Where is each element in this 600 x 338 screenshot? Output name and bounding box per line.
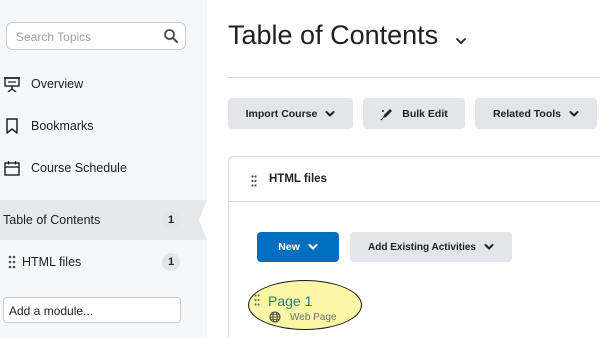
bookmark-icon	[6, 118, 18, 134]
page-title: Table of Contents	[228, 20, 439, 50]
chevron-down-icon	[325, 110, 335, 117]
add-existing-activities-button[interactable]: Add Existing Activities	[350, 232, 512, 262]
chevron-down-icon	[308, 244, 318, 250]
module-title[interactable]: HTML files	[269, 173, 327, 185]
sidebar-item-overview[interactable]: Overview	[0, 64, 207, 104]
pencil-icon	[380, 108, 393, 120]
sidebar: Search Topics Overview Bookmarks Course …	[0, 0, 207, 338]
module-header: HTML files	[228, 156, 600, 202]
new-button[interactable]: New	[257, 232, 339, 262]
globe-icon	[269, 311, 281, 323]
drag-handle-icon[interactable]	[251, 175, 257, 187]
import-course-button[interactable]: Import Course	[228, 98, 353, 129]
import-course-label: Import Course	[245, 107, 318, 120]
chevron-down-icon[interactable]	[455, 36, 467, 46]
sidebar-item-course-schedule[interactable]: Course Schedule	[0, 148, 207, 188]
related-tools-button[interactable]: Related Tools	[475, 98, 597, 129]
search-icon[interactable]	[163, 28, 179, 44]
sidebar-item-label: HTML files	[22, 255, 82, 269]
bulk-edit-label: Bulk Edit	[402, 107, 448, 120]
sidebar-item-label: Table of Contents	[3, 213, 101, 227]
add-module-input[interactable]: Add a module...	[3, 297, 181, 323]
drag-handle-icon[interactable]	[254, 294, 260, 306]
presentation-icon	[4, 77, 20, 92]
sidebar-item-table-of-contents[interactable]: Table of Contents 1	[0, 200, 207, 240]
sidebar-item-html-files[interactable]: HTML files 1	[0, 242, 207, 282]
chevron-down-icon	[484, 244, 494, 250]
add-existing-label: Add Existing Activities	[368, 241, 476, 253]
count-badge: 1	[162, 253, 180, 271]
sidebar-item-label: Course Schedule	[31, 161, 127, 175]
related-tools-label: Related Tools	[492, 107, 562, 120]
new-label: New	[278, 241, 300, 253]
selection-notch	[199, 200, 207, 240]
search-placeholder: Search Topics	[16, 30, 92, 44]
sidebar-item-label: Bookmarks	[31, 119, 94, 133]
divider	[228, 77, 600, 78]
count-badge: 1	[162, 211, 180, 229]
chevron-down-icon	[569, 110, 579, 117]
topic-type: Web Page	[290, 312, 337, 323]
drag-handle-icon[interactable]	[5, 254, 21, 270]
sidebar-item-label: Overview	[31, 77, 84, 91]
search-input[interactable]: Search Topics	[6, 22, 186, 50]
calendar-icon	[4, 161, 20, 176]
topic-link[interactable]: Page 1	[268, 293, 312, 309]
sidebar-item-bookmarks[interactable]: Bookmarks	[0, 106, 207, 146]
add-module-placeholder: Add a module...	[9, 304, 94, 318]
bulk-edit-button[interactable]: Bulk Edit	[363, 98, 465, 129]
